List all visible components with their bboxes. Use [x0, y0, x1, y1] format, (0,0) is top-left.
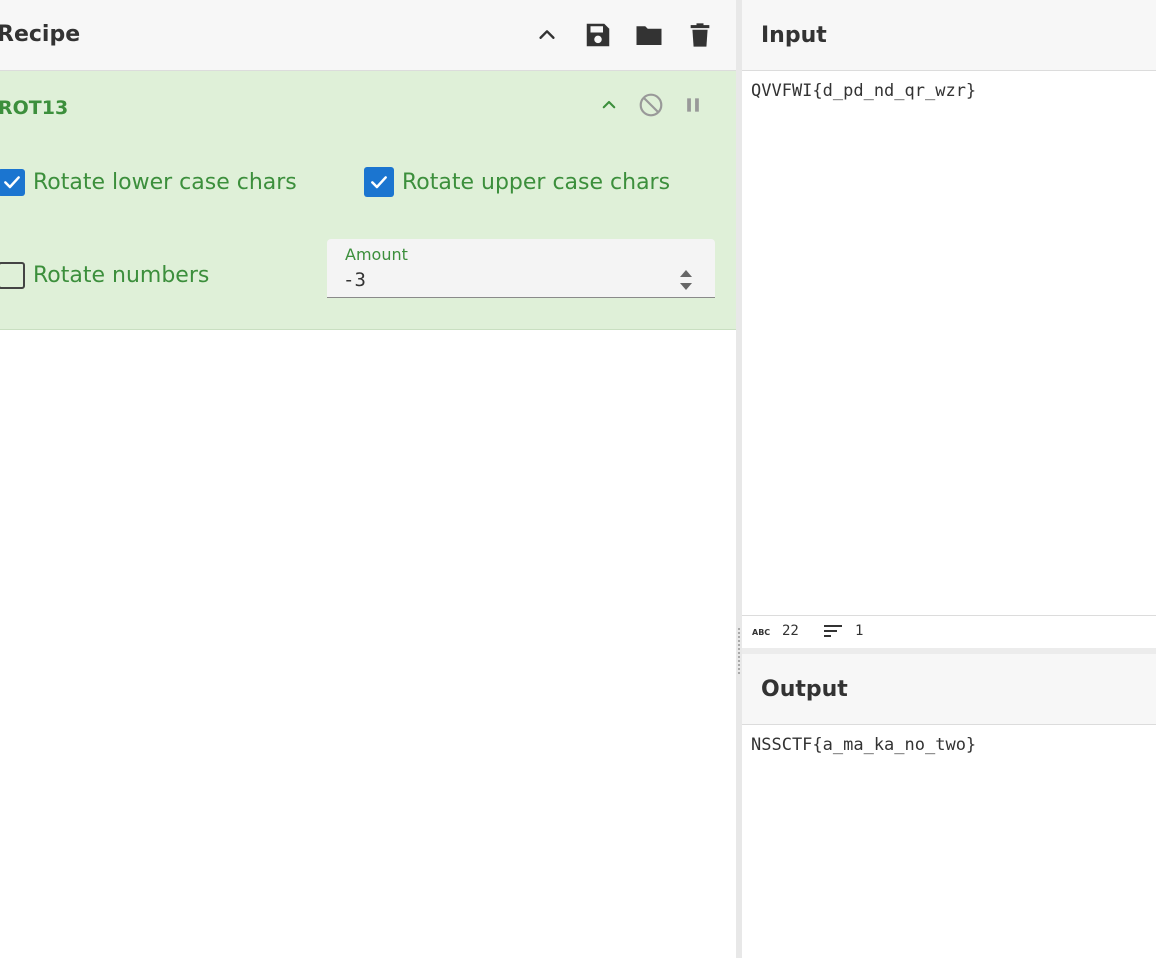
save-recipe-button[interactable] — [580, 17, 616, 53]
collapse-all-button[interactable] — [529, 17, 565, 53]
amount-field: Amount — [327, 239, 715, 298]
input-text-area[interactable]: QVVFWI{d_pd_nd_qr_wzr} — [751, 81, 976, 101]
panel-divider[interactable] — [736, 0, 742, 958]
recipe-title: Recipe — [0, 22, 81, 47]
char-count: 22 — [782, 623, 799, 639]
breakpoint-button[interactable] — [677, 89, 709, 121]
line-count: 1 — [855, 623, 864, 639]
check-icon — [3, 176, 20, 189]
rotate-lower-option: Rotate lower case chars — [0, 166, 297, 198]
save-icon — [586, 23, 610, 47]
spinner-icon[interactable] — [678, 266, 694, 294]
rotate-numbers-checkbox[interactable] — [0, 261, 25, 289]
chevron-up-icon — [539, 30, 555, 39]
clear-recipe-button[interactable] — [682, 17, 718, 53]
input-title: Input — [761, 23, 827, 48]
pause-icon — [687, 98, 699, 112]
output-title: Output — [761, 677, 848, 702]
output-text-area[interactable]: NSSCTF{a_ma_ka_no_two} — [751, 735, 976, 755]
svg-text:ABC: ABC — [752, 628, 770, 637]
rotate-upper-checkbox[interactable] — [364, 167, 394, 197]
output-header: Output — [742, 654, 1156, 725]
folder-icon — [636, 26, 662, 45]
rotate-lower-checkbox[interactable] — [0, 168, 25, 196]
resize-grip[interactable] — [738, 628, 740, 674]
line-count-stat: 1 — [823, 623, 863, 639]
chevron-up-icon — [602, 100, 616, 109]
char-count-stat: ABC 22 — [752, 623, 799, 639]
rotate-upper-label: Rotate upper case chars — [402, 169, 671, 195]
operation-rot13: ROT13 Rotate lower case chars Rotate upp… — [0, 71, 736, 330]
abc-icon: ABC — [752, 628, 770, 637]
collapse-operation-button[interactable] — [593, 89, 625, 121]
recipe-panel: Recipe ROT13 Rotate lower case chars Rot… — [0, 0, 736, 958]
input-status-bar: ABC 22 1 — [742, 615, 1156, 654]
rotate-numbers-label: Rotate numbers — [33, 262, 210, 288]
amount-label: Amount — [345, 245, 408, 264]
disable-operation-button[interactable] — [635, 89, 667, 121]
check-icon — [371, 176, 387, 189]
trash-icon — [690, 23, 710, 47]
input-header: Input — [742, 0, 1156, 71]
lines-icon — [824, 625, 842, 637]
recipe-header: Recipe — [0, 0, 736, 71]
load-recipe-button[interactable] — [631, 17, 667, 53]
rotate-lower-label: Rotate lower case chars — [33, 169, 297, 195]
rotate-upper-option: Rotate upper case chars — [364, 166, 670, 198]
operation-title: ROT13 — [0, 97, 69, 119]
amount-input[interactable] — [343, 267, 663, 293]
rotate-numbers-option: Rotate numbers — [0, 259, 209, 291]
disable-icon — [639, 93, 663, 117]
